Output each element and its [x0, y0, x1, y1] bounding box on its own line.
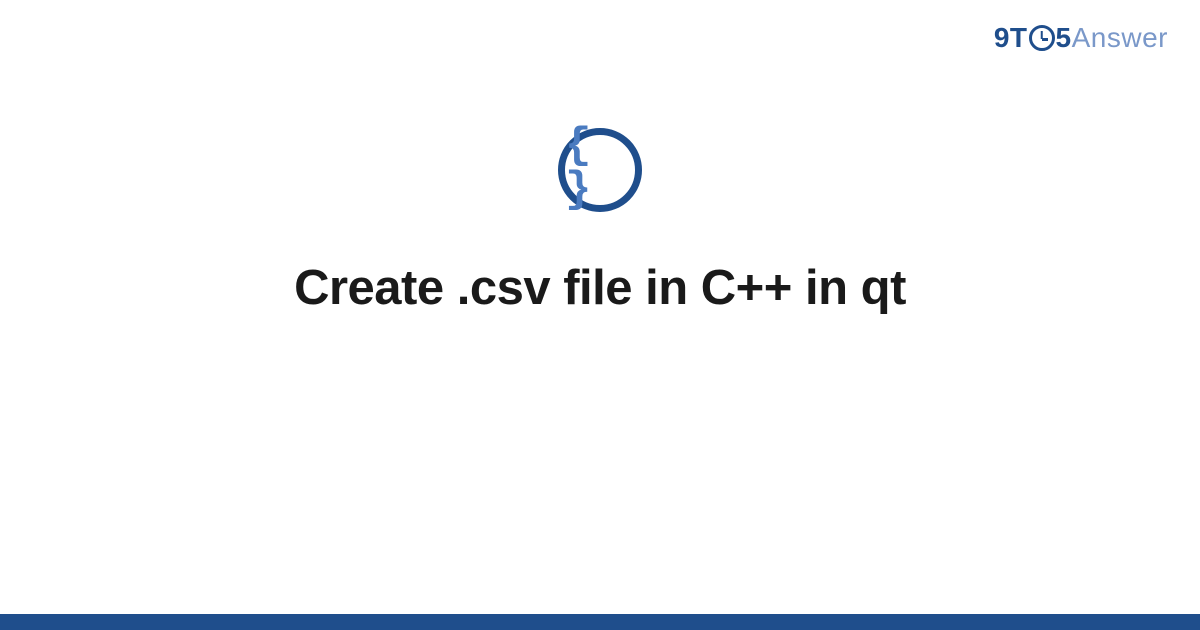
logo-text-answer: Answer: [1072, 22, 1168, 54]
page-title: Create .csv file in C++ in qt: [0, 260, 1200, 316]
code-braces-icon: { }: [558, 128, 642, 212]
footer-accent-bar: [0, 614, 1200, 630]
brace-glyph: { }: [565, 124, 635, 212]
logo-text-5: 5: [1056, 22, 1072, 54]
logo-text-9t: 9T: [994, 22, 1028, 54]
clock-icon: [1029, 25, 1055, 51]
site-logo[interactable]: 9T 5 Answer: [994, 22, 1168, 54]
